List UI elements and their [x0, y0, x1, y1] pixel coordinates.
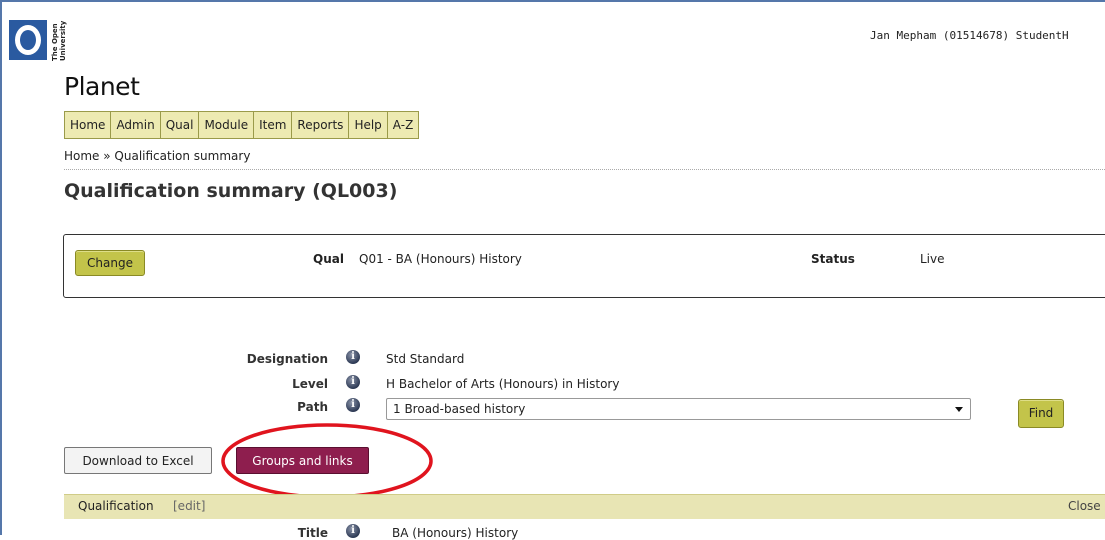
path-select-value: 1 Broad-based history — [393, 402, 526, 416]
status-value: Live — [920, 252, 945, 266]
nav-tab-home[interactable]: Home — [64, 111, 112, 139]
change-button[interactable]: Change — [75, 250, 145, 276]
qual-label: Qual — [313, 252, 344, 266]
highlight-ellipse — [221, 423, 433, 499]
designation-value: Std Standard — [386, 352, 465, 366]
info-icon[interactable]: i — [346, 398, 360, 412]
download-to-excel-button[interactable]: Download to Excel — [64, 447, 212, 474]
qualification-summary-box: Change Qual Q01 - BA (Honours) History S… — [63, 234, 1105, 298]
level-label: Level — [292, 377, 328, 391]
app-title: Planet — [64, 72, 140, 101]
info-icon[interactable]: i — [346, 375, 360, 389]
open-university-logo — [9, 20, 47, 60]
qual-value: Q01 - BA (Honours) History — [359, 252, 522, 266]
breadcrumb-divider — [64, 169, 1105, 170]
section-close-link[interactable]: Close — [1068, 499, 1101, 513]
title-field-label: Title — [297, 526, 328, 540]
nav-tab-a-z[interactable]: A-Z — [386, 111, 420, 139]
nav-tab-module[interactable]: Module — [198, 111, 255, 139]
main-nav: Home Admin Qual Module Item Reports Help… — [64, 111, 420, 139]
breadcrumb[interactable]: Home » Qualification summary — [64, 149, 250, 163]
nav-tab-reports[interactable]: Reports — [291, 111, 350, 139]
path-select[interactable]: 1 Broad-based history — [386, 398, 971, 420]
level-value: H Bachelor of Arts (Honours) in History — [386, 377, 620, 391]
nav-tab-qual[interactable]: Qual — [159, 111, 200, 139]
page-title: Qualification summary (QL003) — [64, 180, 398, 202]
nav-tab-help[interactable]: Help — [348, 111, 388, 139]
path-label: Path — [297, 400, 328, 414]
user-info[interactable]: Jan Mepham (01514678) StudentH — [870, 29, 1069, 42]
find-button[interactable]: Find — [1018, 399, 1064, 428]
qualification-section-header: Qualification [edit] Close — [64, 494, 1105, 519]
chevron-down-icon — [955, 407, 963, 412]
logo-wordmark: The Open University — [51, 20, 67, 61]
info-icon[interactable]: i — [346, 350, 360, 364]
designation-label: Designation — [246, 352, 328, 366]
title-field-value: BA (Honours) History — [392, 526, 519, 540]
window-top-border — [0, 0, 1105, 2]
status-label: Status — [811, 252, 855, 266]
section-edit-link[interactable]: [edit] — [173, 499, 205, 513]
nav-tab-admin[interactable]: Admin — [110, 111, 161, 139]
section-title: Qualification — [78, 499, 154, 513]
info-icon[interactable]: i — [346, 524, 360, 538]
window-left-border — [0, 0, 2, 535]
nav-tab-item[interactable]: Item — [253, 111, 293, 139]
